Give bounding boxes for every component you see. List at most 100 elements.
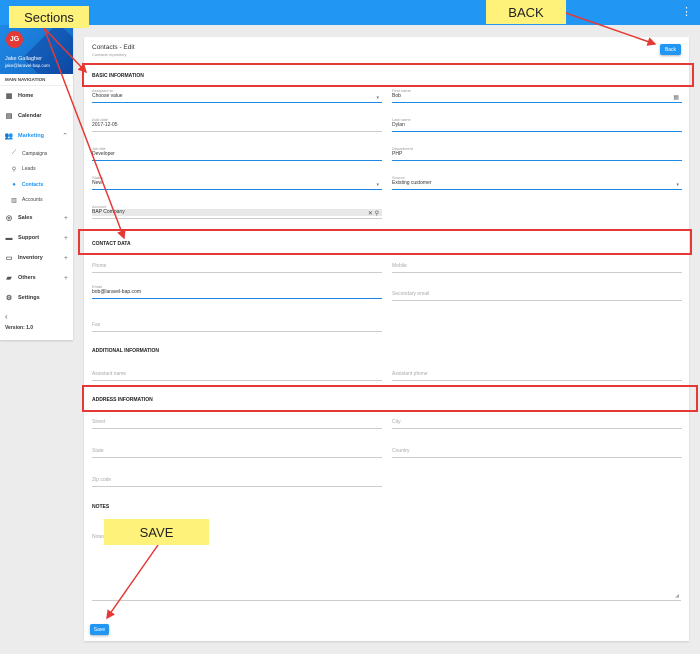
sidebar-item-label: Inventory: [18, 255, 43, 261]
street-field[interactable]: Street: [92, 419, 382, 429]
source-select[interactable]: Source Existing customer ▾: [392, 175, 682, 190]
sidebar-item-label: Home: [18, 93, 34, 99]
state-field[interactable]: State: [92, 448, 382, 458]
field-underline: [92, 272, 382, 273]
field-placeholder: Secondary email: [392, 291, 430, 297]
field-value: Dylan: [392, 122, 405, 128]
resize-handle-icon[interactable]: ◢: [675, 593, 679, 599]
sidebar-item-calendar[interactable]: ▤ Calendar: [0, 106, 73, 126]
section-additional-information: ADDITIONAL INFORMATION: [92, 348, 160, 354]
sidebar-item-inventory[interactable]: ▭ Inventory +: [0, 248, 73, 268]
version-label: Version: 1.0: [5, 325, 34, 331]
support-icon: ▬: [5, 234, 13, 242]
main-navigation-label: MAIN NAVIGATION: [0, 74, 73, 86]
sidebar-item-contacts[interactable]: ● Contacts: [0, 177, 73, 193]
city-field[interactable]: City: [392, 419, 682, 429]
secondary-email-field[interactable]: Secondary email: [392, 291, 682, 301]
section-address-information: ADDRESS INFORMATION: [92, 397, 153, 403]
field-underline: [92, 428, 382, 429]
assigned-to-select[interactable]: Assigned to Choose value ▾: [92, 88, 382, 103]
sidebar-item-others[interactable]: ▰ Others +: [0, 268, 73, 288]
add-date-field[interactable]: Add date 2017-12-05: [92, 117, 382, 132]
dropdown-caret-icon: ▾: [676, 182, 679, 188]
field-placeholder: Phone: [92, 263, 107, 269]
collapse-sidebar-icon[interactable]: ‹: [5, 312, 68, 321]
field-value: Developer: [92, 151, 115, 157]
chevron-up-icon[interactable]: ⌃: [62, 132, 68, 140]
field-value: BAP Company: [92, 209, 382, 216]
assistant-name-field[interactable]: Assistant name: [92, 371, 382, 381]
field-underline: [92, 486, 382, 487]
status-select[interactable]: Status New ▾: [92, 175, 382, 190]
plus-icon[interactable]: +: [64, 255, 68, 262]
first-name-field[interactable]: First name Bob ▦: [392, 88, 682, 103]
account-lookup-field[interactable]: Account BAP Company ✕ ⚲: [92, 204, 382, 219]
field-placeholder: Zip code: [92, 477, 112, 483]
field-placeholder: Fax: [92, 322, 101, 328]
mobile-field[interactable]: Mobile: [392, 263, 682, 273]
section-basic-information: BASIC INFORMATION: [92, 73, 144, 79]
sidebar-item-label: Others: [18, 275, 36, 281]
field-underline: [392, 102, 682, 103]
phone-field[interactable]: Phone: [92, 263, 382, 273]
plus-icon[interactable]: +: [64, 275, 68, 282]
top-app-bar: ⋮: [0, 0, 700, 25]
zip-code-field[interactable]: Zip code: [92, 477, 382, 487]
assistant-phone-field[interactable]: Assistant phone: [392, 371, 682, 381]
sidebar-item-sales[interactable]: ◎ Sales +: [0, 208, 73, 228]
field-value: Bob: [392, 93, 401, 99]
sidebar: JG Jake Gallagher jake@laravel-bap.com M…: [0, 25, 73, 340]
field-underline: [92, 457, 382, 458]
email-field[interactable]: Email bob@laravel-bap.com: [92, 284, 382, 299]
dropdown-caret-icon: ▾: [376, 182, 379, 188]
field-underline: [92, 189, 382, 190]
field-placeholder: Mobile: [392, 263, 407, 269]
country-field[interactable]: Country: [392, 448, 682, 458]
laptop-icon: ▭: [5, 255, 13, 262]
sidebar-item-label: Sales: [18, 215, 33, 221]
field-underline: [92, 331, 382, 332]
dropdown-caret-icon: ▾: [376, 95, 379, 101]
others-icon: ▰: [6, 275, 12, 282]
save-button[interactable]: Save: [90, 624, 109, 635]
field-underline: [92, 218, 382, 219]
field-placeholder: State: [92, 448, 104, 454]
sidebar-item-leads[interactable]: ⚲ Leads: [0, 162, 73, 178]
back-button[interactable]: Back: [660, 44, 681, 55]
field-underline: [92, 298, 382, 299]
person-icon: ●: [12, 181, 16, 188]
field-placeholder: Country: [392, 448, 410, 454]
sidebar-item-accounts[interactable]: ▥ Accounts: [0, 193, 73, 209]
trend-icon: ⟋: [11, 150, 17, 157]
plus-icon[interactable]: +: [64, 215, 68, 222]
more-vert-icon[interactable]: ⋮: [681, 6, 692, 18]
job-title-field[interactable]: Job title Developer: [92, 146, 382, 161]
field-underline: [392, 380, 682, 381]
clear-search-icons[interactable]: ✕ ⚲: [368, 210, 379, 217]
field-underline: [92, 102, 382, 103]
callout-sections: Sections: [9, 6, 89, 28]
field-value: Existing customer: [392, 180, 432, 186]
plus-icon[interactable]: +: [64, 235, 68, 242]
department-field[interactable]: Department PHP: [392, 146, 682, 161]
avatar[interactable]: JG: [6, 31, 23, 48]
field-placeholder: Assistant phone: [392, 371, 428, 377]
section-notes: NOTES: [92, 504, 110, 510]
search-icon: ⚲: [11, 166, 17, 173]
grid-icon: ▦: [5, 93, 13, 100]
field-value: PHP: [392, 151, 403, 157]
field-underline: [392, 272, 682, 273]
last-name-field[interactable]: Last name Dylan: [392, 117, 682, 132]
sidebar-item-settings[interactable]: ⚙ Settings: [0, 288, 73, 308]
field-underline: [92, 160, 382, 161]
user-email: jake@laravel-bap.com: [5, 63, 50, 68]
sidebar-item-support[interactable]: ▬ Support +: [0, 228, 73, 248]
field-underline: [92, 380, 382, 381]
user-name: Jake Gallagher: [5, 56, 42, 62]
sidebar-item-home[interactable]: ▦ Home: [0, 86, 73, 106]
sidebar-item-marketing[interactable]: 👥 Marketing ⌃: [0, 126, 73, 146]
sidebar-item-campaigns[interactable]: ⟋ Campaigns: [0, 146, 73, 162]
page-subtitle: Contacts repository: [92, 52, 127, 57]
fax-field[interactable]: Fax: [92, 322, 382, 332]
field-placeholder: City: [392, 419, 401, 425]
